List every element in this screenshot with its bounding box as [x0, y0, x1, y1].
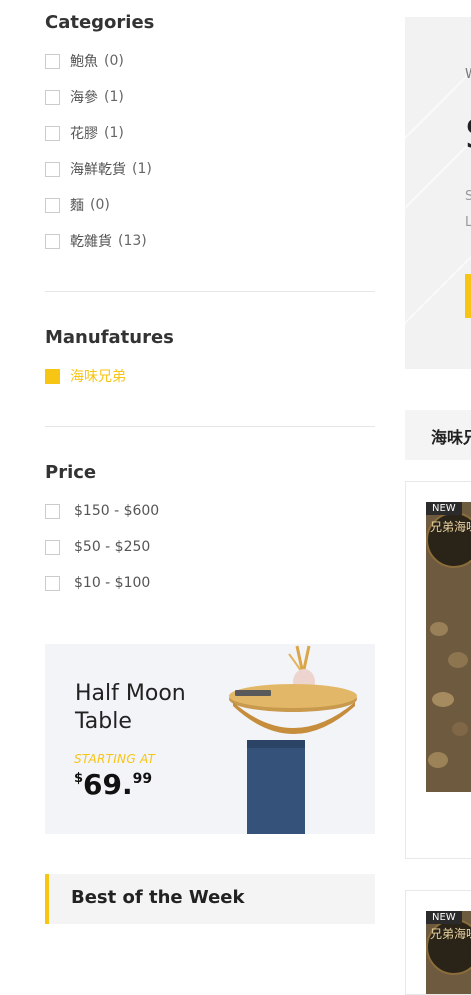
- checkbox[interactable]: [45, 197, 60, 213]
- seal-text: 兄弟海味: [429, 927, 471, 941]
- checkbox[interactable]: [45, 53, 60, 69]
- new-badge: NEW: [426, 911, 462, 924]
- half-moon-table-image: [229, 645, 357, 834]
- category-label: 鮑魚: [70, 54, 98, 70]
- promo-price: $69.99: [74, 768, 152, 801]
- brand-seal-icon: 兄弟海味: [426, 512, 471, 568]
- price-currency: $: [74, 771, 84, 786]
- price-range-label: $50 - $250: [74, 539, 151, 555]
- new-badge: NEW: [426, 502, 462, 515]
- category-label: 花膠: [70, 126, 98, 142]
- price-title: Price: [45, 462, 97, 483]
- price-integer: 69.: [83, 768, 133, 801]
- checkbox[interactable]: [45, 503, 60, 519]
- best-of-week-header: Best of the Week: [45, 874, 375, 924]
- hero-banner[interactable]: W S S L: [405, 17, 471, 369]
- category-filter-item[interactable]: 海參 (1): [45, 88, 124, 106]
- banner-subtitle: W: [465, 67, 471, 82]
- manufacturer-filter-item[interactable]: 海味兄弟: [45, 367, 126, 385]
- category-count: (1): [104, 125, 124, 141]
- category-count: (0): [104, 53, 124, 69]
- promo-starting-label: STARTING AT: [74, 752, 156, 766]
- category-count: (1): [104, 89, 124, 105]
- divider: [45, 426, 375, 427]
- price-filter-item[interactable]: $150 - $600: [45, 502, 159, 520]
- category-label: 麵: [70, 198, 84, 214]
- banner-text-2: L: [465, 215, 471, 230]
- price-decimal: 99: [132, 771, 153, 787]
- price-filter-item[interactable]: $50 - $250: [45, 538, 150, 556]
- manufacturers-title: Manufatures: [45, 327, 174, 348]
- product-card[interactable]: 兄弟海味 NEW: [405, 481, 471, 859]
- banner-button[interactable]: [465, 274, 471, 318]
- best-of-week-title: Best of the Week: [71, 887, 245, 908]
- category-count: (13): [118, 233, 147, 249]
- price-filter-item[interactable]: $10 - $100: [45, 574, 150, 592]
- checkbox[interactable]: [45, 539, 60, 555]
- brand-seal-icon: 兄弟海味: [426, 919, 471, 975]
- checkbox-checked[interactable]: [45, 368, 60, 384]
- category-filter-item[interactable]: 花膠 (1): [45, 124, 124, 142]
- category-label: 乾雜貨: [70, 234, 112, 250]
- product-image[interactable]: 兄弟海味: [426, 502, 471, 792]
- category-label: 海參: [70, 90, 98, 106]
- banner-text: S: [465, 189, 471, 204]
- categories-title: Categories: [45, 12, 155, 33]
- category-filter-item[interactable]: 海鮮乾貨 (1): [45, 160, 152, 178]
- category-filter-item[interactable]: 麵 (0): [45, 196, 110, 214]
- shop-section-header: 海味兄: [405, 410, 471, 460]
- shop-section-title: 海味兄: [431, 428, 471, 447]
- category-count: (0): [90, 197, 110, 213]
- promo-banner[interactable]: Half Moon Table STARTING AT $69.99: [45, 644, 375, 834]
- checkbox[interactable]: [45, 161, 60, 177]
- price-range-label: $10 - $100: [74, 575, 151, 591]
- seal-text: 兄弟海味: [429, 520, 471, 534]
- checkbox[interactable]: [45, 89, 60, 105]
- manufacturer-label: 海味兄弟: [70, 369, 126, 385]
- banner-heading: S: [465, 112, 471, 158]
- price-range-label: $150 - $600: [74, 503, 160, 519]
- divider: [45, 291, 375, 292]
- checkbox[interactable]: [45, 125, 60, 141]
- promo-title: Half Moon Table: [75, 681, 186, 734]
- category-filter-item[interactable]: 乾雜貨 (13): [45, 232, 147, 250]
- category-count: (1): [132, 161, 152, 177]
- checkbox[interactable]: [45, 233, 60, 249]
- product-card[interactable]: 兄弟海味 NEW: [405, 890, 471, 995]
- checkbox[interactable]: [45, 575, 60, 591]
- category-label: 海鮮乾貨: [70, 162, 126, 178]
- category-filter-item[interactable]: 鮑魚 (0): [45, 52, 124, 70]
